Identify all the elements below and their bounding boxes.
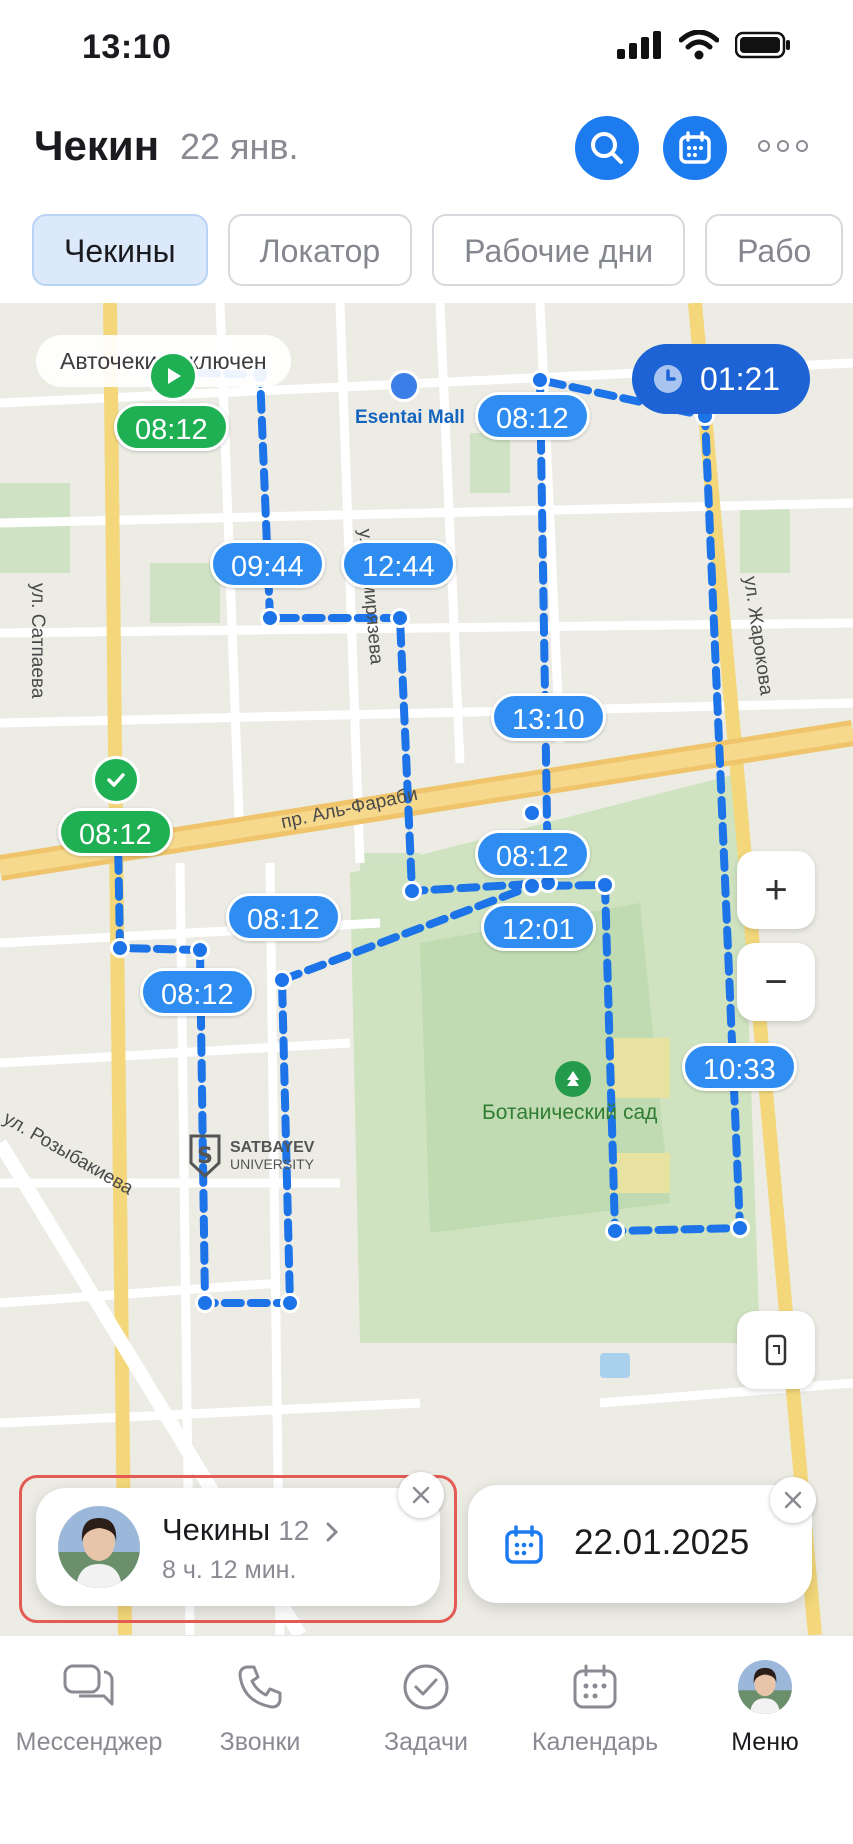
nav-label: Звонки bbox=[219, 1728, 301, 1756]
street-label: ул. Сатпаева bbox=[27, 583, 48, 699]
nav-calls[interactable]: Звонки bbox=[175, 1636, 345, 1776]
checkin-chip[interactable]: 08:12 bbox=[475, 830, 590, 878]
cellular-signal-icon bbox=[617, 31, 661, 59]
calendar-icon bbox=[505, 1525, 543, 1564]
search-icon bbox=[591, 132, 623, 164]
search-button[interactable] bbox=[575, 116, 639, 180]
phone-rotate-icon bbox=[765, 1334, 787, 1366]
checkins-card[interactable]: Чекины 12 8 ч. 12 мин. bbox=[36, 1472, 444, 1606]
chevron-right-icon bbox=[326, 1522, 339, 1542]
avatar bbox=[738, 1660, 792, 1714]
route-point bbox=[522, 803, 542, 823]
route-point bbox=[730, 1218, 750, 1238]
phone-icon bbox=[233, 1660, 287, 1714]
route-point bbox=[530, 370, 550, 390]
route-point bbox=[272, 970, 292, 990]
university-logo: S SATBAYEV UNIVERSITY bbox=[188, 1133, 314, 1179]
route-point bbox=[190, 940, 210, 960]
close-icon bbox=[412, 1486, 430, 1504]
status-bar: 13:10 bbox=[0, 0, 853, 96]
nav-messenger[interactable]: Мессенджер bbox=[4, 1636, 174, 1776]
timer-value: 01:21 bbox=[700, 360, 781, 397]
nav-label: Мессенджер bbox=[15, 1728, 163, 1756]
calendar-icon bbox=[568, 1660, 622, 1714]
wifi-icon bbox=[679, 30, 719, 60]
route-point bbox=[402, 881, 422, 901]
nav-tasks[interactable]: Задачи bbox=[341, 1636, 511, 1776]
checkin-chip-confirmed[interactable]: 08:12 bbox=[58, 808, 173, 856]
play-icon bbox=[148, 351, 198, 401]
nav-label: Меню bbox=[731, 1728, 799, 1756]
bottom-nav: Мессенджер Звонки Задачи Календарь Меню bbox=[0, 1635, 853, 1844]
route-point bbox=[280, 1293, 300, 1313]
check-icon bbox=[92, 756, 140, 804]
zoom-out-button[interactable]: − bbox=[737, 943, 815, 1021]
checkins-count: 12 bbox=[278, 1515, 310, 1546]
poi-esentai-mall: Esentai Mall bbox=[355, 407, 465, 428]
poi-botanical-garden: Ботанический сад bbox=[482, 1101, 658, 1124]
university-name: SATBAYEV bbox=[230, 1139, 315, 1156]
minus-icon: − bbox=[764, 960, 788, 1004]
rotate-phone-button[interactable] bbox=[737, 1311, 815, 1389]
plus-icon: + bbox=[764, 868, 788, 912]
check-circle-icon bbox=[399, 1660, 453, 1714]
checkin-chip[interactable]: 10:33 bbox=[682, 1043, 797, 1091]
chat-icon bbox=[62, 1660, 116, 1714]
close-date-button[interactable] bbox=[770, 1477, 816, 1523]
tab-locator[interactable]: Локатор bbox=[227, 214, 413, 286]
route-point bbox=[595, 875, 615, 895]
tabs-bar: Чекины Локатор Рабочие дни Рабо bbox=[32, 214, 853, 288]
checkin-chip[interactable]: 08:12 bbox=[226, 893, 341, 941]
checkins-duration: 8 ч. 12 мин. bbox=[162, 1556, 297, 1584]
clock-icon bbox=[654, 365, 682, 393]
route-point bbox=[260, 608, 280, 628]
nav-menu[interactable]: Меню bbox=[680, 1636, 850, 1776]
page-date: 22 янв. bbox=[180, 126, 299, 167]
header: Чекин 22 янв. bbox=[0, 96, 853, 200]
route-point bbox=[195, 1293, 215, 1313]
calendar-button[interactable] bbox=[663, 116, 727, 180]
status-time: 13:10 bbox=[82, 28, 172, 66]
shopping-bag-icon bbox=[388, 370, 420, 402]
nav-calendar[interactable]: Календарь bbox=[510, 1636, 680, 1776]
route-path bbox=[114, 368, 745, 1307]
selected-date: 22.01.2025 bbox=[574, 1523, 750, 1562]
checkin-chip[interactable]: 09:44 bbox=[210, 540, 325, 588]
svg-text:S: S bbox=[197, 1144, 213, 1169]
battery-icon bbox=[735, 31, 790, 59]
status-icons bbox=[617, 30, 791, 60]
route-point bbox=[110, 938, 130, 958]
route-point bbox=[390, 608, 410, 628]
checkin-chip[interactable]: 12:01 bbox=[481, 903, 596, 951]
university-subtitle: UNIVERSITY bbox=[230, 1156, 315, 1172]
tab-workdays[interactable]: Рабочие дни bbox=[432, 214, 686, 286]
date-card[interactable]: 22.01.2025 bbox=[468, 1477, 816, 1603]
timer-badge[interactable]: 01:21 bbox=[632, 344, 810, 414]
tab-work-more[interactable]: Рабо bbox=[705, 214, 844, 286]
zoom-in-button[interactable]: + bbox=[737, 851, 815, 929]
tab-checkins[interactable]: Чекины bbox=[32, 214, 208, 286]
page-title: Чекин bbox=[34, 122, 160, 169]
map-view[interactable]: ул. Сатпаева ул. Тимирязева ул. Жарокова… bbox=[0, 303, 853, 1635]
checkin-chip[interactable]: 12:44 bbox=[341, 540, 456, 588]
checkin-chip[interactable]: 08:12 bbox=[475, 392, 590, 440]
checkin-chip[interactable]: 08:12 bbox=[140, 968, 255, 1016]
nav-label: Календарь bbox=[531, 1728, 659, 1756]
checkin-chip[interactable]: 13:10 bbox=[491, 693, 606, 741]
close-icon bbox=[784, 1491, 802, 1509]
route-point bbox=[605, 1221, 625, 1241]
checkin-chip-start[interactable]: 08:12 bbox=[114, 403, 229, 451]
checkins-card-title: Чекины 12 bbox=[162, 1512, 340, 1548]
nav-label: Задачи bbox=[384, 1728, 468, 1756]
avatar bbox=[58, 1506, 140, 1588]
tree-icon bbox=[555, 1061, 591, 1097]
calendar-icon bbox=[679, 131, 711, 164]
more-options-icon[interactable] bbox=[758, 140, 808, 152]
close-checkins-button[interactable] bbox=[398, 1472, 444, 1518]
